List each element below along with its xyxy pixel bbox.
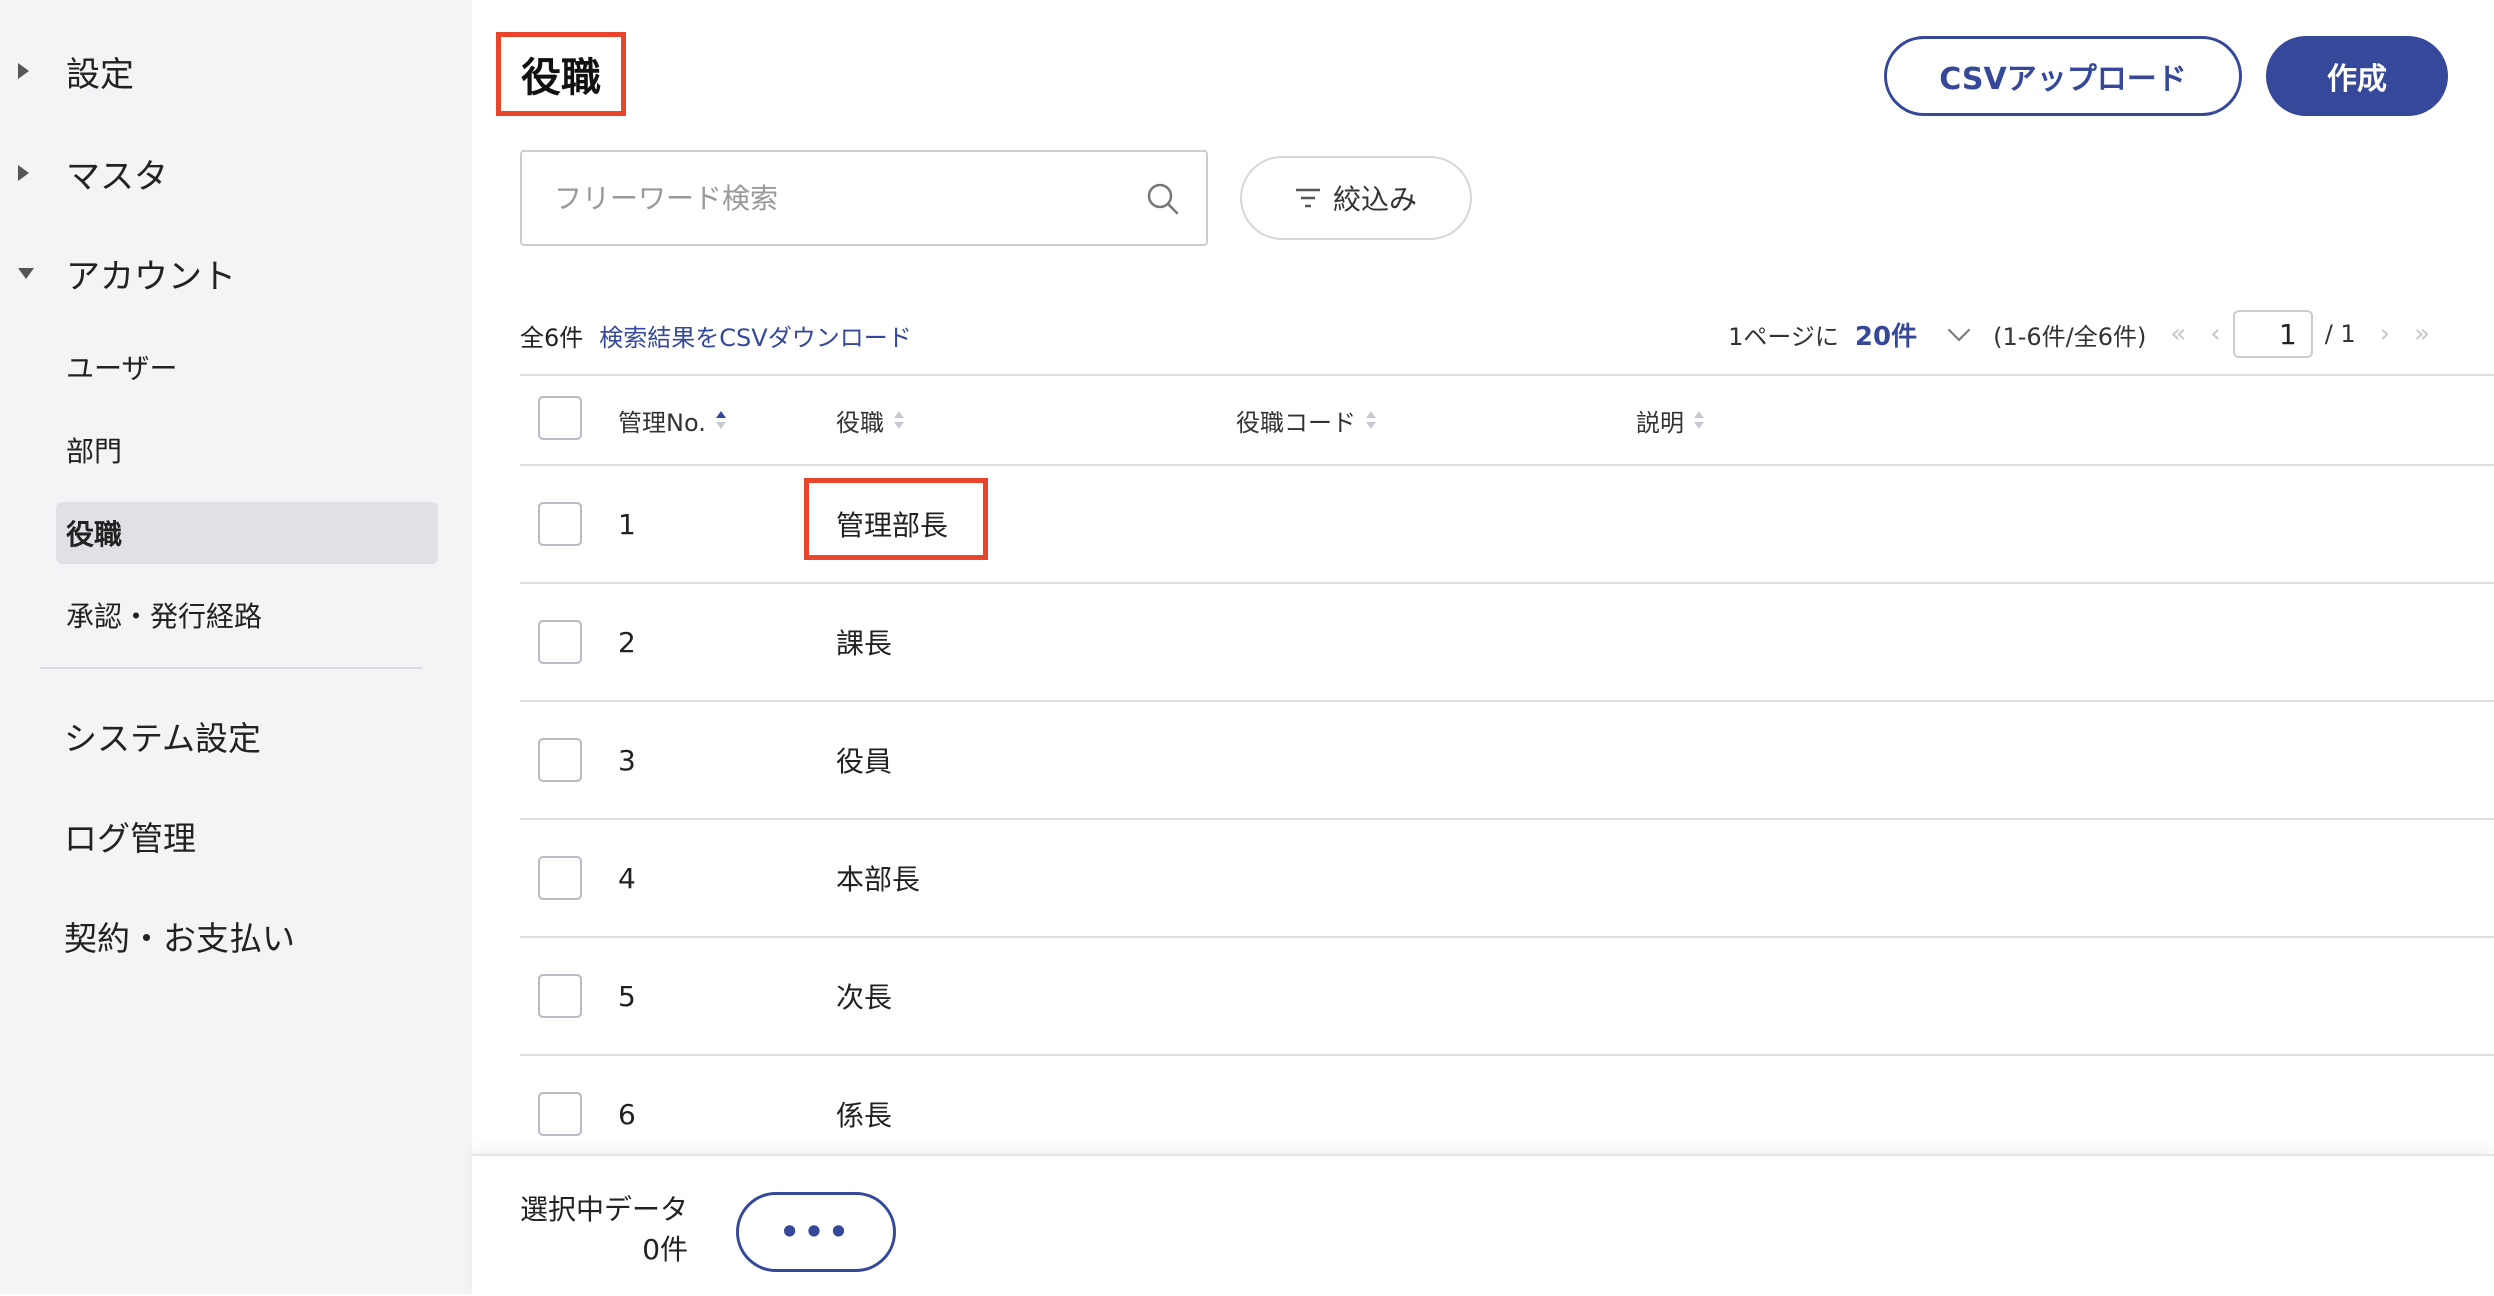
selected-data-label: 選択中データ bbox=[520, 1193, 689, 1226]
sidebar-link-log-management[interactable]: ログ管理 bbox=[64, 812, 196, 860]
cell-no: 3 bbox=[618, 743, 636, 777]
last-page-icon[interactable]: » bbox=[2414, 319, 2430, 349]
sidebar-group-label: マスタ bbox=[66, 156, 168, 197]
sort-icon bbox=[1366, 409, 1376, 431]
caret-down-icon bbox=[18, 267, 34, 279]
sidebar-group-settings[interactable]: 設定 bbox=[0, 48, 472, 95]
cell-position[interactable]: 次長 bbox=[836, 938, 892, 1054]
sidebar-item-positions[interactable]: 役職 bbox=[56, 502, 438, 564]
column-header-position[interactable]: 役職 bbox=[836, 376, 904, 464]
search-box bbox=[520, 150, 1208, 246]
row-checkbox[interactable] bbox=[538, 620, 582, 664]
positions-table: 管理No. 役職 役職コード 説明 1 管理部長 2 課長 3 役員 4 本部長… bbox=[520, 374, 2494, 1174]
sort-icon bbox=[715, 409, 726, 431]
sidebar-link-system-settings[interactable]: システム設定 bbox=[64, 712, 261, 760]
table-row[interactable]: 3 役員 bbox=[520, 702, 2494, 820]
selected-count: 0件 bbox=[642, 1233, 689, 1266]
table-row[interactable]: 5 次長 bbox=[520, 938, 2494, 1056]
caret-right-icon bbox=[18, 165, 29, 181]
table-row[interactable]: 1 管理部長 bbox=[520, 466, 2494, 584]
pagination: 1ページに 20件 (1-6件/全6件) « ‹ / 1 › » bbox=[1728, 310, 2442, 358]
more-actions-button[interactable]: ••• bbox=[736, 1192, 896, 1272]
chevron-down-icon[interactable] bbox=[1947, 318, 1971, 342]
sidebar-divider bbox=[40, 667, 422, 669]
sidebar-group-account[interactable]: アカウント bbox=[0, 250, 472, 297]
prev-page-icon[interactable]: ‹ bbox=[2210, 319, 2220, 349]
selected-info: 選択中データ 0件 bbox=[520, 1190, 688, 1270]
column-header-position-code[interactable]: 役職コード bbox=[1236, 376, 1376, 464]
column-header-description[interactable]: 説明 bbox=[1636, 376, 1704, 464]
main-content: 役職 CSVアップロード 作成 絞込み 全6件 検索結果をCSVダウンロード 1… bbox=[472, 0, 2494, 1296]
search-icon[interactable] bbox=[1146, 182, 1180, 216]
caret-right-icon bbox=[18, 63, 29, 79]
column-label: 説明 bbox=[1636, 408, 1684, 437]
sidebar-link-contract-payment[interactable]: 契約・お支払い bbox=[64, 912, 295, 960]
column-label: 役職コード bbox=[1236, 408, 1356, 437]
sidebar-group-label: 設定 bbox=[66, 54, 134, 95]
create-button[interactable]: 作成 bbox=[2266, 36, 2448, 116]
sidebar-item-approval-routes[interactable]: 承認・発行経路 bbox=[56, 584, 438, 646]
results-summary: 全6件 検索結果をCSVダウンロード bbox=[520, 318, 912, 353]
column-label: 役職 bbox=[836, 408, 884, 437]
row-checkbox[interactable] bbox=[538, 502, 582, 546]
sidebar: 設定 マスタ アカウント ユーザー 部門 役職 承認・発行経路 システム設定 ロ… bbox=[0, 0, 472, 1294]
sidebar-item-departments[interactable]: 部門 bbox=[56, 419, 438, 481]
cell-position[interactable]: 本部長 bbox=[836, 820, 920, 936]
column-label: 管理No. bbox=[618, 408, 706, 437]
sort-icon bbox=[894, 409, 904, 431]
row-checkbox[interactable] bbox=[538, 974, 582, 1018]
filter-label: 絞込み bbox=[1332, 183, 1417, 216]
sidebar-group-master[interactable]: マスタ bbox=[0, 150, 472, 197]
select-all-checkbox[interactable] bbox=[538, 396, 582, 440]
cell-position[interactable]: 役員 bbox=[836, 702, 892, 818]
cell-no: 2 bbox=[618, 625, 636, 659]
total-count: 全6件 bbox=[520, 324, 584, 352]
column-header-no[interactable]: 管理No. bbox=[618, 376, 726, 464]
page-title: 役職 bbox=[496, 32, 626, 116]
total-pages: / 1 bbox=[2324, 320, 2356, 348]
cell-position[interactable]: 課長 bbox=[836, 584, 892, 700]
cell-no: 1 bbox=[618, 507, 636, 541]
filter-icon bbox=[1295, 188, 1320, 208]
row-checkbox[interactable] bbox=[538, 738, 582, 782]
sidebar-group-label: アカウント bbox=[66, 256, 236, 297]
row-checkbox[interactable] bbox=[538, 856, 582, 900]
sidebar-item-users[interactable]: ユーザー bbox=[56, 336, 438, 398]
selection-footer: 選択中データ 0件 ••• bbox=[472, 1154, 2494, 1296]
table-row[interactable]: 2 課長 bbox=[520, 584, 2494, 702]
cell-position[interactable]: 管理部長 bbox=[836, 466, 948, 582]
table-header: 管理No. 役職 役職コード 説明 bbox=[520, 374, 2494, 466]
search-input[interactable] bbox=[522, 152, 1122, 244]
next-page-icon[interactable]: › bbox=[2380, 319, 2390, 349]
per-page-select[interactable]: 20件 bbox=[1855, 316, 1917, 353]
range-label: (1-6件/全6件) bbox=[1993, 322, 2147, 351]
sort-icon bbox=[1694, 409, 1704, 431]
row-checkbox[interactable] bbox=[538, 1092, 582, 1136]
page-number-input[interactable] bbox=[2232, 310, 2313, 358]
per-page-prefix: 1ページに bbox=[1728, 322, 1839, 351]
cell-no: 4 bbox=[618, 861, 636, 895]
filter-button[interactable]: 絞込み bbox=[1240, 156, 1472, 240]
table-row[interactable]: 4 本部長 bbox=[520, 820, 2494, 938]
cell-no: 5 bbox=[618, 979, 636, 1013]
first-page-icon[interactable]: « bbox=[2170, 319, 2186, 349]
csv-download-link[interactable]: 検索結果をCSVダウンロード bbox=[599, 318, 911, 353]
csv-upload-button[interactable]: CSVアップロード bbox=[1884, 36, 2242, 116]
